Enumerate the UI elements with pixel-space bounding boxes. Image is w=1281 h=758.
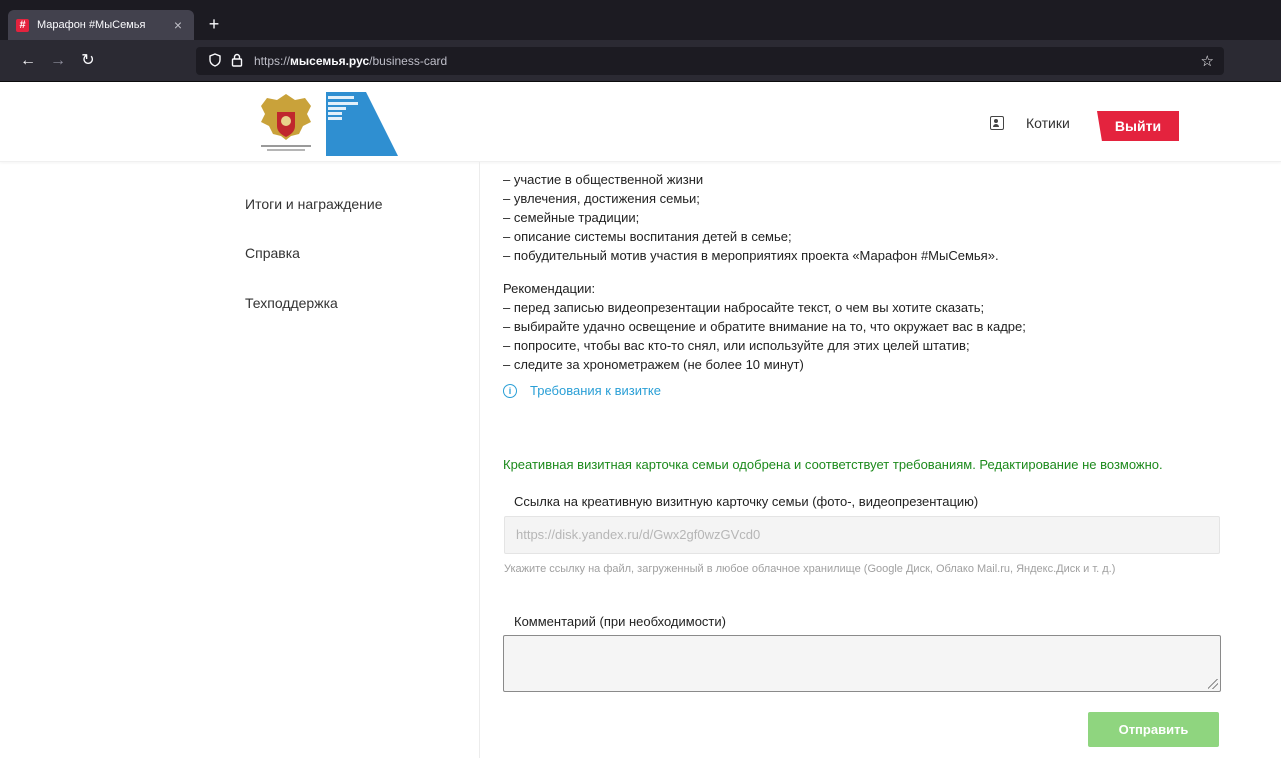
site-favicon-icon: # [16, 18, 29, 32]
recommendations-title: Рекомендации: [503, 281, 596, 296]
user-area[interactable]: Котики [990, 115, 1070, 131]
approved-message: Креативная визитная карточка семьи одобр… [503, 457, 1163, 472]
sidebar-item-help[interactable]: Справка [245, 245, 300, 261]
reload-icon[interactable]: ↻ [78, 51, 98, 71]
national-projects-logo[interactable] [326, 92, 398, 156]
requirements-link[interactable]: i Требования к визитке [503, 383, 661, 398]
address-bar[interactable]: https://мысемья.рус/business-card ☆ [196, 47, 1224, 75]
recommendation-line: – перед записью видеопрезентации наброса… [503, 300, 985, 315]
shield-icon[interactable] [206, 52, 224, 70]
criteria-line: – участие в общественной жизни [503, 172, 704, 187]
sidebar: Итоги и награждение Справка Техподдержка [0, 162, 480, 758]
business-card-link-input[interactable]: https://disk.yandex.ru/d/Gwx2gf0wzGVcd0 [504, 516, 1220, 554]
info-icon: i [503, 383, 517, 398]
browser-tab[interactable]: # Марафон #МыСемья × [8, 10, 194, 40]
close-tab-icon[interactable]: × [170, 17, 186, 33]
ministry-emblem-logo[interactable] [255, 90, 317, 156]
site-header: Котики Выйти [0, 82, 1281, 162]
browser-tabbar: # Марафон #МыСемья × + [0, 0, 1281, 40]
star-icon[interactable]: ☆ [1201, 52, 1214, 70]
recommendation-line: – выбирайте удачно освещение и обратите … [503, 319, 1026, 334]
new-tab-button[interactable]: + [204, 13, 224, 35]
requirements-link-text[interactable]: Требования к визитке [530, 383, 661, 398]
back-arrow-icon[interactable]: ← [18, 51, 38, 71]
sidebar-item-support[interactable]: Техподдержка [245, 295, 338, 311]
criteria-line: – увлечения, достижения семьи; [503, 191, 700, 206]
sidebar-item-results[interactable]: Итоги и награждение [245, 196, 382, 212]
comment-field-label: Комментарий (при необходимости) [514, 614, 726, 629]
link-field-hint: Укажите ссылку на файл, загруженный в лю… [504, 563, 1116, 575]
url-text[interactable]: https://мысемья.рус/business-card [254, 54, 447, 68]
criteria-line: – семейные традиции; [503, 210, 640, 225]
logout-button[interactable]: Выйти [1097, 111, 1179, 141]
comment-textarea[interactable] [503, 635, 1221, 692]
user-name[interactable]: Котики [1026, 115, 1070, 131]
recommendation-line: – попросите, чтобы вас кто-то снял, или … [503, 338, 970, 353]
resize-handle-icon[interactable] [1208, 679, 1218, 689]
link-field-label: Ссылка на креативную визитную карточку с… [514, 494, 979, 509]
forward-arrow-icon[interactable]: → [48, 51, 68, 71]
criteria-line: – описание системы воспитания детей в се… [503, 229, 792, 244]
submit-button[interactable]: Отправить [1088, 712, 1219, 747]
criteria-line: – побудительный мотив участия в мероприя… [503, 248, 999, 263]
user-card-icon [990, 116, 1004, 130]
recommendation-line: – следите за хронометражем (не более 10 … [503, 357, 804, 372]
tab-title: Марафон #МыСемья [37, 19, 146, 31]
browser-navbar: ← → ↻ https://мысемья.рус/business-card … [0, 40, 1281, 82]
lock-icon[interactable] [228, 53, 246, 70]
